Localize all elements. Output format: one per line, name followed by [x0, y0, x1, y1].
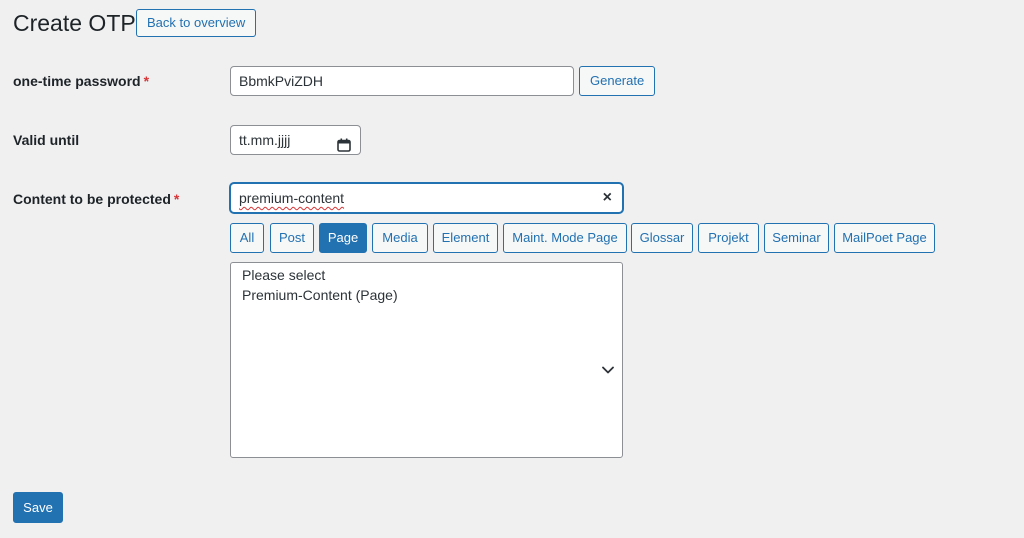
generate-button[interactable]: Generate	[579, 66, 656, 96]
filter-page-button[interactable]: Page	[319, 223, 367, 253]
content-label: Content to be protected *	[13, 189, 179, 209]
back-to-overview-button[interactable]: Back to overview	[136, 9, 257, 37]
content-select[interactable]: Please select Premium-Content (Page)	[230, 262, 623, 458]
valid-until-label: Valid until	[13, 132, 80, 148]
content-search-input[interactable]: premium-content ×	[230, 183, 623, 213]
date-placeholder: tt.mm.jjjj	[239, 132, 291, 148]
chevron-down-icon[interactable]	[602, 361, 614, 379]
password-label-text: one-time password	[13, 73, 141, 89]
filter-element-button[interactable]: Element	[433, 223, 498, 253]
required-mark: *	[143, 73, 150, 89]
filter-maint-mode-page-button[interactable]: Maint. Mode Page	[503, 223, 627, 253]
password-input[interactable]: BbmkPviZDH	[230, 66, 574, 96]
filter-mailpoet-page-button[interactable]: MailPoet Page	[834, 223, 935, 253]
filter-glossar-button[interactable]: Glossar	[631, 223, 693, 253]
close-icon[interactable]: ×	[603, 184, 612, 212]
filter-media-button[interactable]: Media	[372, 223, 428, 253]
required-mark: *	[173, 191, 180, 207]
filter-projekt-button[interactable]: Projekt	[698, 223, 759, 253]
option-premium-content-page[interactable]: Premium-Content (Page)	[231, 285, 622, 305]
option-please-select[interactable]: Please select	[231, 265, 622, 285]
filter-all-button[interactable]: All	[230, 223, 264, 253]
content-search-value: premium-content	[239, 190, 345, 206]
save-button[interactable]: Save	[13, 492, 63, 523]
page-title: Create OTP	[13, 10, 136, 36]
content-label-text: Content to be protected	[13, 191, 171, 207]
calendar-icon[interactable]	[337, 133, 351, 161]
password-value: BbmkPviZDH	[239, 73, 324, 89]
valid-until-date-input[interactable]: tt.mm.jjjj	[230, 125, 361, 155]
filter-post-button[interactable]: Post	[270, 223, 314, 253]
filter-seminar-button[interactable]: Seminar	[764, 223, 829, 253]
password-label: one-time password *	[13, 71, 149, 91]
